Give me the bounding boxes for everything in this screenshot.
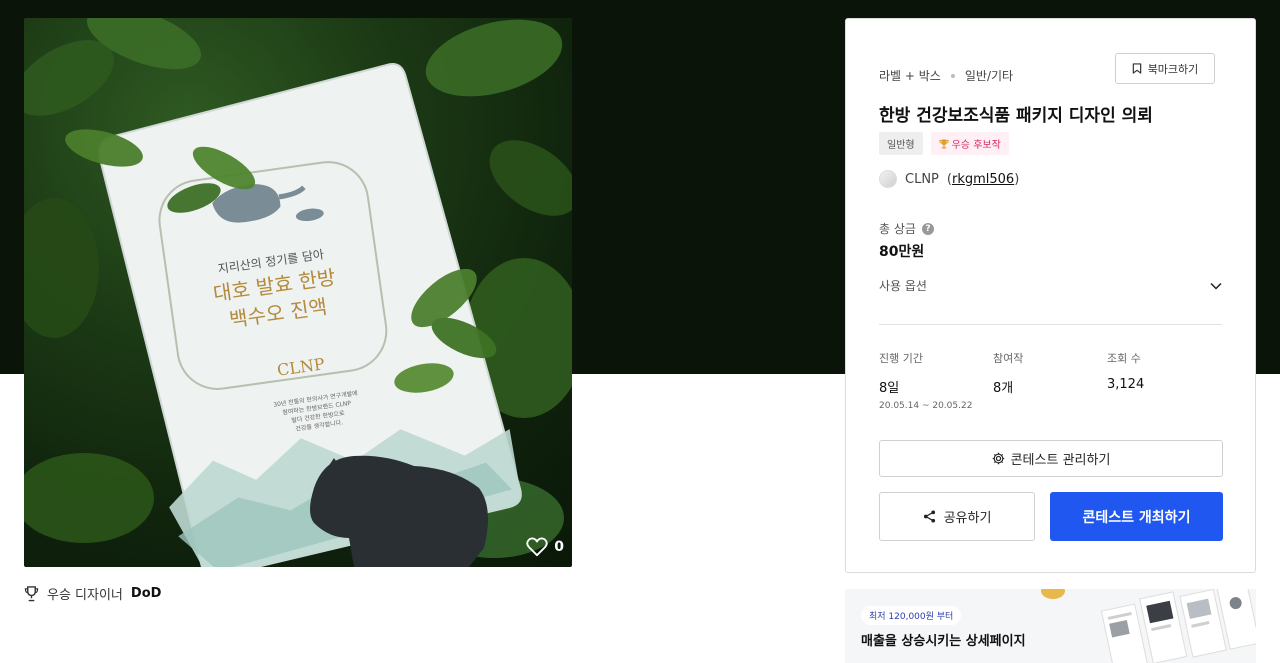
trophy-icon: [938, 139, 949, 148]
host-id-link[interactable]: rkgml506: [952, 172, 1014, 187]
winner-designer: 우승 디자이너 DoD: [24, 584, 161, 603]
manage-contest-label: 콘테스트 관리하기: [1010, 453, 1111, 468]
prize-label: 총 상금: [879, 222, 916, 236]
chevron-down-icon: [1210, 282, 1222, 290]
category-secondary[interactable]: 일반/기타: [965, 67, 1013, 84]
contest-tags: 일반형 우승 후보작: [879, 132, 1009, 155]
stat-duration-range: 20.05.14 ~ 20.05.22: [879, 401, 973, 411]
prize-label-row: 총 상금 ?: [879, 220, 934, 237]
prize-value: 80만원: [879, 244, 925, 260]
stat-duration: 진행 기간 8일 20.05.14 ~ 20.05.22: [879, 350, 993, 411]
contest-stats: 진행 기간 8일 20.05.14 ~ 20.05.22 참여작 8개 조회 수…: [879, 350, 1221, 411]
tag-award-label: 우승 후보작: [951, 140, 1001, 151]
stat-entries-label: 참여작: [993, 352, 1024, 365]
question-circle-icon[interactable]: ?: [921, 222, 934, 235]
host-id-close: ): [1014, 171, 1020, 187]
host-name: CLNP: [905, 171, 939, 187]
like-button[interactable]: 0: [526, 537, 564, 557]
category-primary[interactable]: 라벨 + 박스: [879, 67, 941, 84]
bookmark-icon: [1132, 63, 1141, 74]
share-label: 공유하기: [943, 511, 992, 526]
manage-contest-button[interactable]: 콘테스트 관리하기: [879, 440, 1223, 477]
stat-entries-value: 8개: [993, 381, 1014, 396]
heart-outline-icon: [526, 537, 548, 557]
gear-icon: [992, 452, 1004, 465]
host-info: CLNP (rkgml506): [879, 170, 1019, 188]
host-avatar[interactable]: [879, 170, 897, 188]
category-separator: [950, 73, 955, 78]
stat-duration-label: 진행 기간: [879, 352, 923, 365]
bookmark-button[interactable]: 북마크하기: [1115, 53, 1215, 84]
stat-views: 조회 수 3,124: [1107, 350, 1221, 411]
ad-headline: 매출을 상승시키는 상세페이지: [861, 634, 1026, 649]
winner-label: 우승 디자이너: [47, 588, 123, 603]
ad-banner[interactable]: 최저 120,000원 부터 매출을 상승시키는 상세페이지: [845, 589, 1256, 663]
tag-type: 일반형: [879, 132, 923, 155]
stat-views-label: 조회 수: [1107, 352, 1141, 365]
contest-info-panel: 라벨 + 박스 일반/기타 북마크하기 한방 건강보조식품 패키지 디자인 의뢰…: [845, 18, 1256, 573]
ad-price-badge: 최저 120,000원 부터: [861, 606, 962, 625]
options-label: 사용 옵션: [879, 279, 927, 293]
artwork-illustration: 지리산의 정기를 담아 대호 발효 한방 백수오 진액 CLNP 30년 전통의…: [24, 18, 572, 567]
share-button[interactable]: 공유하기: [879, 492, 1035, 541]
coin-decoration: [1041, 589, 1065, 599]
options-toggle[interactable]: 사용 옵션: [879, 277, 1222, 294]
stat-views-value: 3,124: [1107, 377, 1145, 392]
category-breadcrumb: 라벨 + 박스 일반/기타: [879, 67, 1013, 84]
divider: [879, 324, 1222, 325]
tag-award: 우승 후보작: [930, 132, 1009, 155]
share-icon: [923, 510, 935, 523]
ad-illustration: [1100, 589, 1256, 663]
stat-duration-value: 8일: [879, 381, 900, 396]
host-contest-button[interactable]: 콘테스트 개최하기: [1050, 492, 1223, 541]
bookmark-label: 북마크하기: [1147, 62, 1199, 76]
stat-entries: 참여작 8개: [993, 350, 1107, 411]
like-count: 0: [554, 539, 564, 555]
trophy-outline-icon: [24, 585, 39, 601]
contest-title: 한방 건강보조식품 패키지 디자인 의뢰: [879, 106, 1153, 126]
artwork-image[interactable]: 지리산의 정기를 담아 대호 발효 한방 백수오 진액 CLNP 30년 전통의…: [24, 18, 572, 567]
winner-designer-name[interactable]: DoD: [131, 586, 162, 601]
